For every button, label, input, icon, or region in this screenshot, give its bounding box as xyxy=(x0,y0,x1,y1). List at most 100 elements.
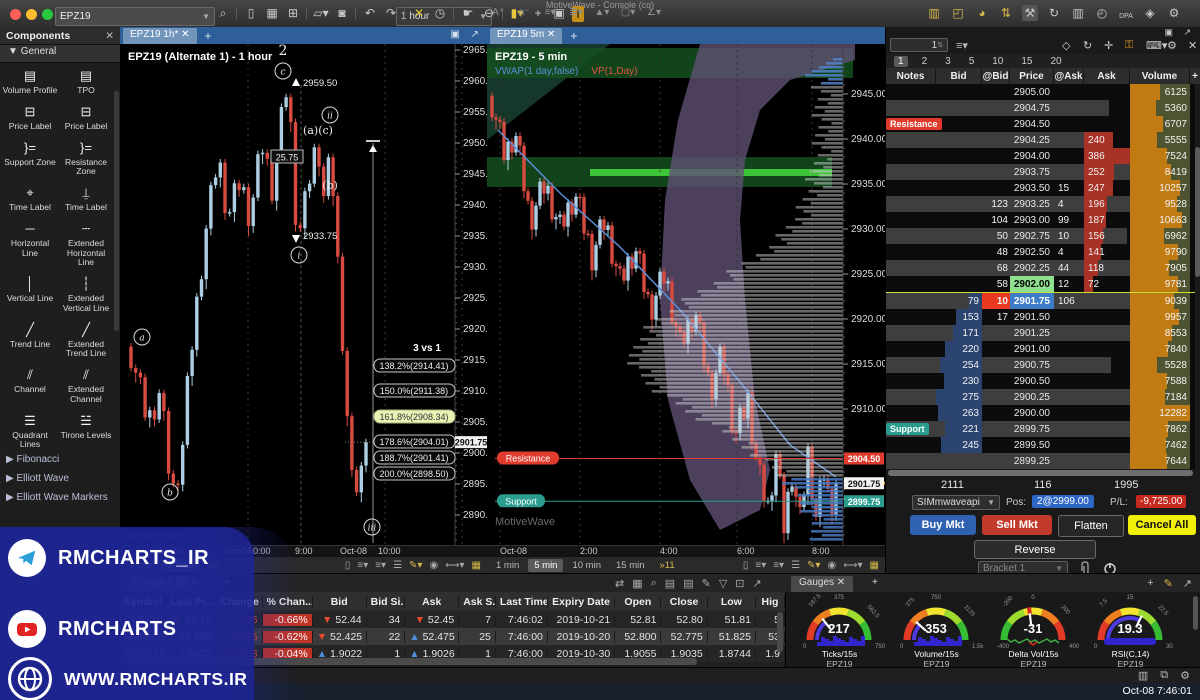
new-chart-icon[interactable]: ▯ xyxy=(243,5,259,21)
dom-atbid-cell[interactable] xyxy=(982,100,1010,116)
dom-bid-cell[interactable] xyxy=(936,212,982,228)
chart1-window-icons[interactable]: ▣ ↗ xyxy=(450,29,483,40)
chart2-plot[interactable]: ResistanceSupport2945.002940.002935.0029… xyxy=(487,44,885,545)
dom-window-icons[interactable]: ▣ ↗ xyxy=(1164,27,1195,38)
annotate-icon[interactable]: ✎▾ xyxy=(807,560,820,571)
dom-atask-cell[interactable]: 12 xyxy=(1054,276,1084,292)
dom-volume-cell[interactable]: 8419 xyxy=(1130,164,1190,180)
dom-notes-cell[interactable] xyxy=(886,196,936,212)
dom-atbid-cell[interactable]: 58 xyxy=(982,276,1010,292)
eye-icon[interactable]: ◉ xyxy=(429,560,438,571)
panels-icon[interactable]: ◰ xyxy=(950,5,966,21)
annotate-icon[interactable]: ✎▾ xyxy=(409,560,422,571)
refresh-icon[interactable]: ↻ xyxy=(1046,5,1062,21)
dom-row[interactable]: Support2212899.757862 xyxy=(886,421,1195,437)
dom-volume-cell[interactable]: 9957 xyxy=(1130,309,1190,325)
close-icon[interactable]: ✕ xyxy=(105,30,114,42)
dom-atbid-cell[interactable]: 17 xyxy=(982,309,1010,325)
toolbox-icon[interactable]: ⚒ xyxy=(1022,5,1038,21)
font-increase-icon[interactable]: A⁺ xyxy=(490,5,506,21)
edit-icon[interactable]: ✎ xyxy=(702,577,711,590)
col-expirydate[interactable]: Expiry Date xyxy=(548,596,615,608)
gear-icon[interactable]: ⚙ xyxy=(1166,5,1182,21)
dom-ask-cell[interactable]: 187 xyxy=(1084,212,1130,228)
zoom-window-button[interactable] xyxy=(42,9,53,20)
dom-notes-cell[interactable] xyxy=(886,180,936,196)
dom-atbid-cell[interactable] xyxy=(982,325,1010,341)
save-icon[interactable]: ▦ xyxy=(264,5,280,21)
tpo[interactable]: ▤TPO xyxy=(58,69,114,96)
dom-atask-cell[interactable] xyxy=(1054,421,1084,437)
sidebar-section-fibonacci[interactable]: ▶ Fibonacci xyxy=(0,450,120,469)
alerts-icon[interactable]: ◷ xyxy=(432,5,448,21)
world-clock-icon[interactable]: ◴ xyxy=(1094,5,1110,21)
add-tab-button[interactable]: + xyxy=(570,29,577,43)
edit-icon[interactable]: ✎ xyxy=(1164,577,1173,590)
dom-notes-cell[interactable] xyxy=(886,341,936,357)
dom-bid-cell[interactable]: 220 xyxy=(936,341,982,357)
dom-price-cell[interactable]: 2904.25 xyxy=(1010,132,1054,148)
qty-preset-20[interactable]: 20 xyxy=(1047,56,1066,67)
channel[interactable]: ⫽Channel xyxy=(2,368,58,405)
dom-volume-cell[interactable]: 6962 xyxy=(1130,228,1190,244)
dom-price-cell[interactable]: 2902.25 xyxy=(1010,260,1054,276)
dom-bid-cell[interactable] xyxy=(936,100,982,116)
dom-bid-cell[interactable] xyxy=(936,260,982,276)
lines-icon[interactable]: ☰ xyxy=(393,560,402,571)
gauge-volume15s[interactable]: 353037575011251.5kVolume/15sEPZ19 xyxy=(888,592,985,669)
dom-price-cell[interactable]: 2903.25 xyxy=(1010,196,1054,212)
list-style-icon[interactable]: ≡▾ xyxy=(755,560,766,571)
list-style2-icon[interactable]: ≡▾ xyxy=(773,560,784,571)
dom-volume-cell[interactable]: 7840 xyxy=(1130,341,1190,357)
dom-bid-cell[interactable]: 153 xyxy=(936,309,982,325)
col-open[interactable]: Open xyxy=(615,596,661,608)
sidebar-section-elliott-wave[interactable]: ▶ Elliott Wave xyxy=(0,469,120,488)
dom-atask-cell[interactable] xyxy=(1054,100,1084,116)
dom-col-atbid[interactable]: @Bid xyxy=(982,68,1010,84)
dom-atbid-cell[interactable] xyxy=(982,341,1010,357)
dom-volume-cell[interactable]: 12282 xyxy=(1130,405,1190,421)
dom-atbid-cell[interactable]: 104 xyxy=(982,212,1010,228)
dom-atbid-cell[interactable]: 48 xyxy=(982,244,1010,260)
camera-icon[interactable]: ◙ xyxy=(334,5,350,21)
pan-hand-icon[interactable]: ☛ xyxy=(460,5,476,21)
dom-row[interactable]: 2903.501524710257 xyxy=(886,180,1195,196)
qty-preset-1[interactable]: 1 xyxy=(894,56,908,67)
dom-col-bid[interactable]: Bid xyxy=(936,68,982,84)
gauge-deltavol15s[interactable]: -31-400-2000200400Delta Vol/15sEPZ19 xyxy=(985,592,1082,669)
dom-notes-cell[interactable] xyxy=(886,293,936,309)
timeframe-chip-5min[interactable]: 5 min xyxy=(528,559,563,572)
dom-row[interactable]: 2752900.257184 xyxy=(886,389,1195,405)
dom-price-cell[interactable]: 2899.25 xyxy=(1010,453,1054,469)
dom-price-cell[interactable]: 2903.75 xyxy=(1010,164,1054,180)
dom-atask-cell[interactable] xyxy=(1054,357,1084,373)
refresh-icon[interactable]: ↻ xyxy=(1083,39,1092,52)
dom-col-ask[interactable]: Ask xyxy=(1084,68,1130,84)
chart2-canvas[interactable]: ResistanceSupport2945.002940.002935.0029… xyxy=(487,44,885,545)
dom-volume-cell[interactable]: 6125 xyxy=(1130,84,1190,100)
quadrant-lines[interactable]: ☰Quadrant Lines xyxy=(2,414,58,451)
dom-volume-cell[interactable]: 5528 xyxy=(1130,357,1190,373)
dom-bid-cell[interactable] xyxy=(936,164,982,180)
dom-volume-cell[interactable]: 9039 xyxy=(1130,293,1190,309)
sell-mkt-button[interactable]: Sell Mkt xyxy=(982,515,1052,535)
calendar-icon[interactable]: ▦ xyxy=(472,560,481,571)
close-window-button[interactable] xyxy=(10,9,21,20)
dom-row[interactable]: 1042903.009918710663 xyxy=(886,212,1195,228)
dom-bid-cell[interactable]: 245 xyxy=(936,437,982,453)
dom-volume-cell[interactable]: 9781 xyxy=(1130,276,1190,292)
dom-volume-cell[interactable]: 8553 xyxy=(1130,325,1190,341)
dom-row[interactable]: 502902.75101566962 xyxy=(886,228,1195,244)
timeframe-overflow[interactable]: »11 xyxy=(654,559,681,572)
dom-ask-cell[interactable] xyxy=(1084,373,1130,389)
box-style-icon[interactable]: ▢▾ xyxy=(620,5,636,21)
dom-price-cell[interactable]: 2901.00 xyxy=(1010,341,1054,357)
dom-volume-cell[interactable]: 7462 xyxy=(1130,437,1190,453)
dom-col-+[interactable]: + xyxy=(1190,68,1200,84)
dom-bid-cell[interactable] xyxy=(936,180,982,196)
db-add-icon[interactable]: ▤ xyxy=(665,577,675,590)
dom-bid-cell[interactable] xyxy=(936,116,982,132)
time-label-2[interactable]: ⍊Time Label xyxy=(58,186,114,213)
col-lasttime[interactable]: Last Time xyxy=(496,596,548,608)
dpa-label[interactable]: DPA xyxy=(1118,9,1134,25)
